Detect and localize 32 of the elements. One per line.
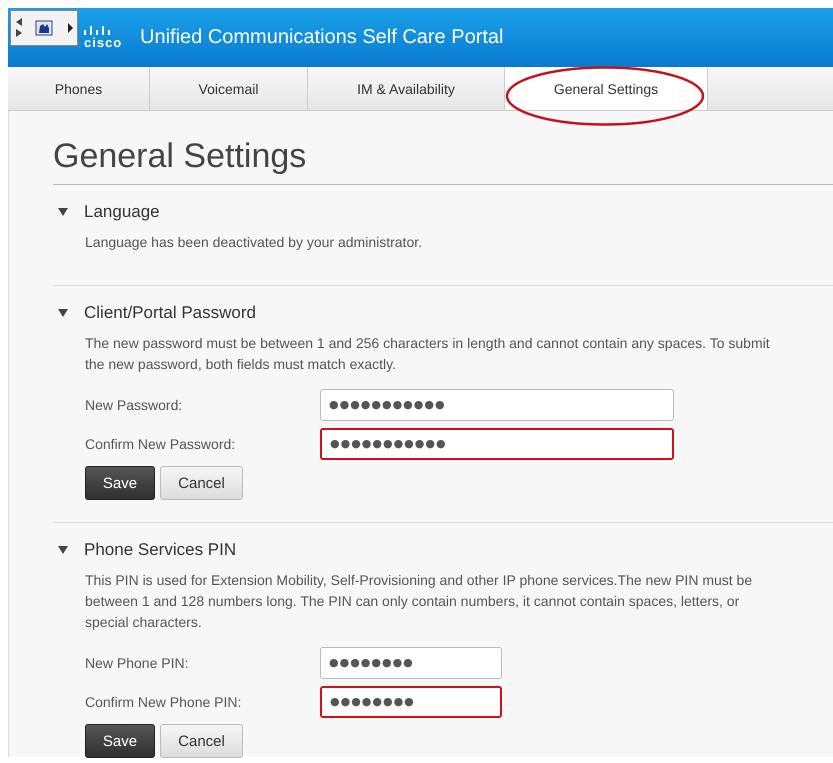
cancel-button[interactable]: Cancel — [160, 724, 243, 758]
next-arrow-icon[interactable] — [67, 22, 74, 34]
field-label: New Phone PIN: — [85, 654, 190, 670]
password-field[interactable]: ●●●●●●●● — [320, 646, 502, 678]
cancel-button[interactable]: Cancel — [160, 466, 243, 500]
save-button[interactable]: Save — [85, 466, 155, 500]
collapse-triangle-icon[interactable] — [58, 309, 68, 317]
password-field[interactable]: ●●●●●●●●●●● — [320, 428, 674, 460]
section-description: Language has been deactivated by your administrator. — [85, 233, 424, 252]
nav-tab[interactable]: Voicemail — [150, 67, 308, 110]
section-title: Language — [84, 202, 160, 222]
collapse-triangle-icon[interactable] — [58, 208, 68, 216]
logo-bars-icon — [84, 26, 110, 35]
portal-title: Unified Communications Self Care Portal — [140, 26, 504, 49]
section-title: Client/Portal Password — [84, 303, 256, 323]
field-label: Confirm New Password: — [85, 436, 236, 452]
arrows-icon[interactable] — [15, 16, 23, 40]
password-field[interactable]: ●●●●●●●●●●● — [320, 388, 674, 420]
page-title: General Settings — [53, 137, 833, 185]
section-description: The new password must be between 1 and 256 characters in length and cannot contain any spaces. To submit the new password, both fields must match exactly. — [85, 334, 771, 374]
logo-text: cisco — [84, 37, 122, 49]
nav-tab[interactable]: Phones — [8, 67, 150, 110]
field-label: New Password: — [85, 396, 184, 412]
image-icon[interactable] — [35, 20, 53, 36]
field-label: Confirm New Phone PIN: — [85, 694, 242, 710]
save-button[interactable]: Save — [85, 724, 155, 758]
nav-tab[interactable]: General Settings — [505, 67, 708, 110]
section-description: This PIN is used for Extension Mobility, Self-Provisioning and other IP phone services.The new PIN must be between 1 and 128 numbers long. The PIN can only contain numbers, it cannot contain spaces, letters, or special characters. — [85, 571, 754, 632]
collapse-triangle-icon[interactable] — [58, 546, 68, 554]
navigation-widget[interactable] — [10, 10, 78, 46]
password-field[interactable]: ●●●●●●●● — [320, 686, 502, 718]
section-title: Phone Services PIN — [84, 540, 236, 560]
